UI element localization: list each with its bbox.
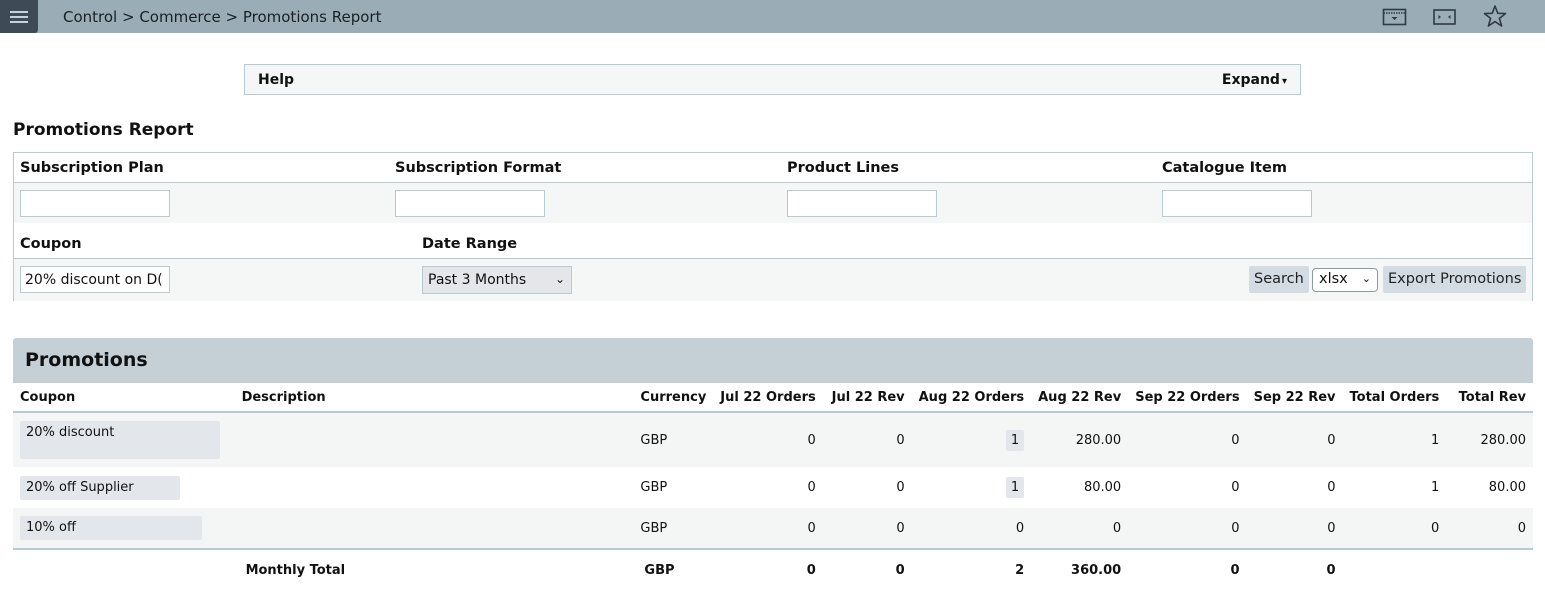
total-jul-rev: 0	[822, 549, 912, 590]
jul-rev-cell: 0	[822, 467, 912, 508]
export-format-select[interactable]: xlsx ⌄	[1312, 268, 1378, 292]
catalogue-item-label: Catalogue Item	[1162, 160, 1287, 176]
coupon-link[interactable]: 20% discount	[20, 421, 220, 459]
subscription-format-label: Subscription Format	[395, 160, 562, 176]
column-header[interactable]: Jul 22 Rev	[822, 383, 912, 413]
currency-cell: GBP	[633, 467, 714, 508]
aug-rev-cell: 280.00	[1031, 412, 1129, 467]
caret-down-icon: ▾	[1281, 76, 1287, 87]
total-aug-orders: 2	[911, 549, 1032, 590]
jul-orders-cell: 0	[713, 508, 823, 550]
chevron-down-icon: ⌄	[1361, 272, 1371, 285]
table-row: 20% discount GBP 0 0 1 280.00 0 0 1 280.…	[13, 412, 1533, 467]
chevron-down-icon: ⌄	[554, 272, 565, 286]
column-header[interactable]: Coupon	[13, 383, 235, 413]
total-orders-cell: 1	[1342, 467, 1447, 508]
subscription-plan-label: Subscription Plan	[20, 160, 164, 176]
monthly-total-label: Monthly Total	[234, 549, 634, 590]
aug-orders-cell: 0	[911, 508, 1032, 550]
menu-icon-bar	[10, 10, 28, 13]
total-sep-orders: 0	[1128, 549, 1247, 590]
total-rev-cell: 0	[1446, 508, 1533, 550]
currency-cell: GBP	[633, 412, 714, 467]
table-row: 20% off Supplier GBP 0 0 1 80.00 0 0 1 8…	[13, 467, 1533, 508]
expand-button[interactable]: Expand ▾	[1222, 72, 1287, 88]
total-currency-cell: GBP	[633, 549, 714, 590]
subscription-format-input[interactable]	[395, 190, 545, 217]
product-lines-label: Product Lines	[787, 160, 900, 176]
aug-orders-link[interactable]: 1	[1005, 477, 1025, 498]
sep-rev-cell: 0	[1246, 508, 1343, 550]
expand-width-icon[interactable]	[1432, 4, 1458, 28]
subscription-plan-input[interactable]	[20, 190, 170, 217]
aug-orders-link[interactable]: 1	[1005, 429, 1025, 451]
description-cell	[234, 467, 634, 508]
sep-rev-cell: 0	[1246, 412, 1343, 467]
coupon-link[interactable]: 20% off Supplier	[20, 475, 180, 500]
currency-cell: GBP	[633, 508, 714, 550]
table-row: 10% off GBP 0 0 0 0 0 0 0 0	[13, 508, 1533, 550]
star-icon[interactable]	[1482, 4, 1508, 28]
coupon-label: Coupon	[20, 236, 82, 252]
sep-orders-cell: 0	[1128, 508, 1247, 550]
total-sep-rev: 0	[1246, 549, 1343, 590]
description-cell	[234, 412, 634, 467]
total-jul-orders: 0	[713, 549, 823, 590]
promotions-title: Promotions	[25, 349, 148, 371]
filter-label-row-2: Coupon Date Range	[14, 223, 1532, 259]
column-header[interactable]: Description	[234, 383, 634, 413]
total-aug-rev: 360.00	[1031, 549, 1129, 590]
column-header[interactable]: Sep 22 Orders	[1128, 383, 1247, 413]
column-header[interactable]: Aug 22 Orders	[911, 383, 1032, 413]
total-orders-cell: 1	[1342, 412, 1447, 467]
sep-orders-cell: 0	[1128, 412, 1247, 467]
export-promotions-button[interactable]: Export Promotions	[1383, 266, 1527, 293]
jul-rev-cell: 0	[822, 508, 912, 550]
jul-rev-cell: 0	[822, 412, 912, 467]
aug-rev-cell: 0	[1031, 508, 1129, 550]
date-range-value: Past 3 Months	[428, 272, 527, 288]
calendar-dropdown-icon[interactable]	[1382, 4, 1408, 28]
sep-rev-cell: 0	[1246, 467, 1343, 508]
coupon-input[interactable]	[20, 266, 170, 293]
filter-panel: Subscription Plan Subscription Format Pr…	[13, 152, 1533, 301]
column-header[interactable]: Total Rev	[1446, 383, 1533, 413]
coupon-link[interactable]: 10% off	[20, 516, 202, 540]
monthly-total-row: Monthly Total GBP 0 0 2 360.00 0 0	[13, 549, 1533, 590]
jul-orders-cell: 0	[713, 467, 823, 508]
filter-input-row-2: Past 3 Months ⌄ Search xlsx ⌄ Export Pro…	[14, 259, 1532, 301]
column-header[interactable]: Jul 22 Orders	[713, 383, 823, 413]
menu-button[interactable]	[0, 0, 38, 33]
description-cell	[234, 508, 634, 550]
promotions-table: Coupon Description Currency Jul 22 Order…	[13, 383, 1533, 590]
menu-icon-bar	[10, 15, 28, 18]
column-header[interactable]: Sep 22 Rev	[1246, 383, 1343, 413]
total-rev-cell: 80.00	[1446, 467, 1533, 508]
help-label: Help	[258, 72, 295, 88]
column-header[interactable]: Aug 22 Rev	[1031, 383, 1129, 413]
table-header-row: Coupon Description Currency Jul 22 Order…	[13, 383, 1533, 413]
breadcrumb: Control > Commerce > Promotions Report	[63, 8, 382, 26]
date-range-select[interactable]: Past 3 Months ⌄	[422, 266, 572, 294]
top-bar: Control > Commerce > Promotions Report	[0, 0, 1545, 33]
total-orders-cell: 0	[1342, 508, 1447, 550]
help-panel: Help Expand ▾	[244, 64, 1301, 95]
jul-orders-cell: 0	[713, 412, 823, 467]
column-header[interactable]: Total Orders	[1342, 383, 1447, 413]
expand-label: Expand	[1221, 72, 1280, 88]
filter-input-row	[14, 183, 1532, 223]
product-lines-input[interactable]	[787, 190, 937, 217]
filter-label-row: Subscription Plan Subscription Format Pr…	[14, 153, 1532, 183]
aug-rev-cell: 80.00	[1031, 467, 1129, 508]
menu-icon-bar	[10, 20, 28, 23]
column-header[interactable]: Currency	[633, 383, 714, 413]
promotions-header: Promotions	[13, 338, 1533, 383]
sep-orders-cell: 0	[1128, 467, 1247, 508]
export-format-value: xlsx	[1319, 271, 1348, 287]
page-title: Promotions Report	[13, 120, 194, 140]
date-range-label: Date Range	[422, 236, 518, 252]
total-rev-cell: 280.00	[1446, 412, 1533, 467]
catalogue-item-input[interactable]	[1162, 190, 1312, 217]
search-button[interactable]: Search	[1249, 266, 1309, 293]
